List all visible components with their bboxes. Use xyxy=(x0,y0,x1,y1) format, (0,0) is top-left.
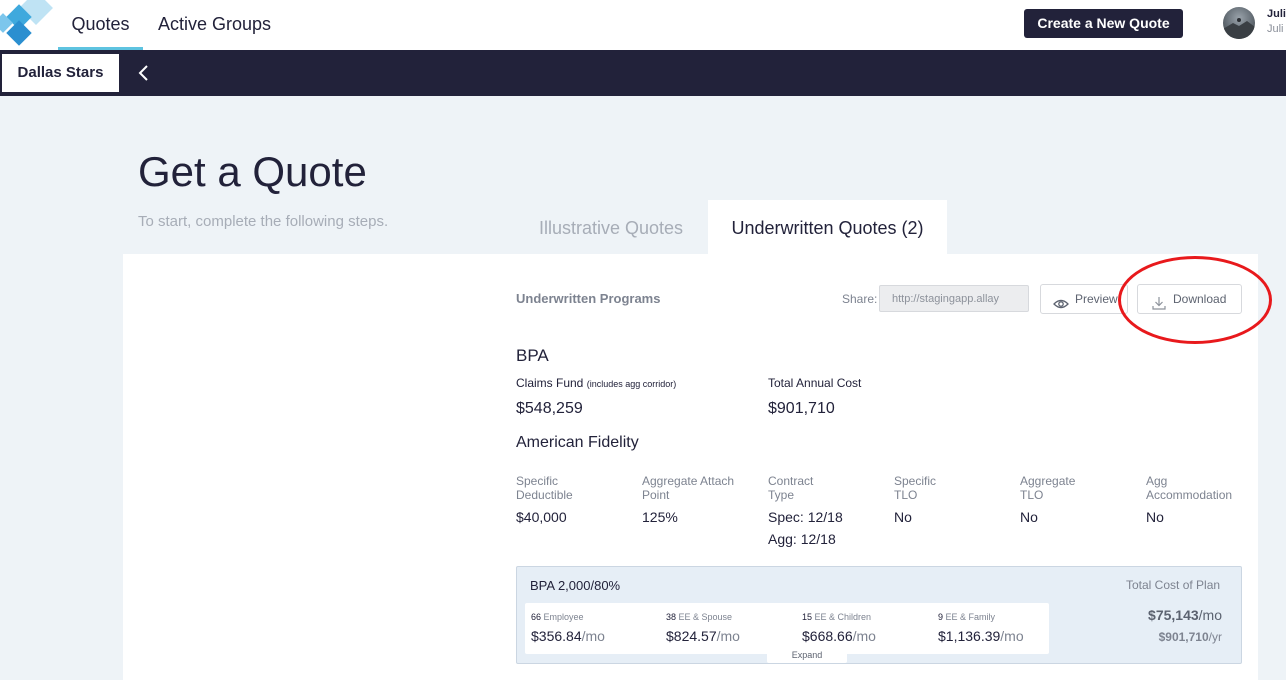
tier-label: Employee xyxy=(543,612,584,622)
program-name: BPA xyxy=(516,346,549,365)
plan-total-label: Total Cost of Plan xyxy=(1126,578,1221,592)
plan-yearly-value: $901,710 xyxy=(1158,630,1209,644)
tier-price-ee-spouse: $824.57/mo xyxy=(666,628,740,644)
group-name-tab[interactable]: Dallas Stars xyxy=(2,54,119,92)
annual-cost-value: $901,710 xyxy=(768,400,835,417)
plan-yearly-unit: /yr xyxy=(1208,630,1222,644)
tier-price-value: $356.84 xyxy=(531,628,582,644)
annual-cost-label: Total Annual Cost xyxy=(768,376,862,390)
detail-label-agg-accommodation: Agg Accommodation xyxy=(1146,474,1233,502)
section-label: Underwritten Programs xyxy=(516,291,661,306)
tier-count-ee-spouse: 38 EE & Spouse xyxy=(666,612,732,622)
plan-monthly-value: $75,143 xyxy=(1148,607,1199,623)
provider-name: American Fidelity xyxy=(516,434,639,451)
detail-label-aggregate-attach: Aggregate Attach Point xyxy=(642,474,735,502)
preview-button[interactable]: Preview xyxy=(1040,284,1128,314)
detail-label-specific-deductible: Specific Deductible xyxy=(516,474,573,502)
tier-price-unit: /mo xyxy=(852,628,876,644)
tier-price-ee-children: $668.66/mo xyxy=(802,628,876,644)
nav-tab-quotes[interactable]: Quotes xyxy=(58,0,143,50)
detail-value-aggregate-attach: 125% xyxy=(642,509,678,525)
tier-price-unit: /mo xyxy=(1000,628,1024,644)
tier-label: EE & Children xyxy=(814,612,872,622)
detail-label-contract-type: Contract Type xyxy=(768,474,814,502)
tier-label: EE & Family xyxy=(945,612,996,622)
preview-label: Preview xyxy=(1075,292,1118,306)
tier-count: 9 xyxy=(938,612,944,622)
detail-value-specific-tlo: No xyxy=(894,509,912,525)
tab-illustrative-quotes[interactable]: Illustrative Quotes xyxy=(518,200,704,254)
share-label: Share: xyxy=(842,292,878,306)
tier-label: EE & Spouse xyxy=(678,612,733,622)
tab-underwritten-quotes[interactable]: Underwritten Quotes (2) xyxy=(708,200,947,254)
chevron-left-icon[interactable] xyxy=(134,62,154,84)
detail-label-specific-tlo: Specific TLO xyxy=(894,474,937,502)
tier-count: 66 xyxy=(531,612,542,622)
tier-price-value: $824.57 xyxy=(666,628,717,644)
user-subtitle: Juli xyxy=(1267,23,1284,35)
user-name[interactable]: Juli xyxy=(1267,8,1286,20)
download-label: Download xyxy=(1173,292,1227,306)
tier-price-unit: /mo xyxy=(716,628,740,644)
create-new-quote-button[interactable]: Create a New Quote xyxy=(1024,9,1183,38)
plan-yearly-total: $901,710/yr xyxy=(1159,630,1222,644)
page-title: Get a Quote xyxy=(138,148,367,195)
tier-count-ee-children: 15 EE & Children xyxy=(802,612,871,622)
detail-value-contract-spec: Spec: 12/18 xyxy=(768,509,843,525)
claims-fund-value: $548,259 xyxy=(516,400,583,417)
claims-fund-note: (includes agg corridor) xyxy=(586,379,677,389)
expand-button[interactable]: Expand xyxy=(767,648,847,663)
share-url-input[interactable] xyxy=(879,285,1029,312)
tier-count-employee: 66 Employee xyxy=(531,612,584,622)
tier-price-unit: /mo xyxy=(581,628,605,644)
nav-tab-active-groups[interactable]: Active Groups xyxy=(158,0,271,50)
detail-value-contract-agg: Agg: 12/18 xyxy=(768,531,836,547)
group-bar: Dallas Stars xyxy=(0,50,1286,96)
page-subtitle: To start, complete the following steps. xyxy=(138,213,389,230)
brand-logo-icon[interactable] xyxy=(0,0,58,50)
detail-value-aggregate-tlo: No xyxy=(1020,509,1038,525)
tier-price-ee-family: $1,136.39/mo xyxy=(938,628,1024,644)
detail-value-specific-deductible: $40,000 xyxy=(516,509,567,525)
user-avatar[interactable] xyxy=(1223,7,1255,39)
claims-fund-label: Claims Fund (includes agg corridor) xyxy=(516,376,676,390)
top-navbar: Quotes Active Groups Create a New Quote … xyxy=(0,0,1286,50)
tier-price-value: $1,136.39 xyxy=(938,628,1001,644)
detail-label-aggregate-tlo: Aggregate TLO xyxy=(1020,474,1076,502)
eye-icon xyxy=(1053,293,1069,309)
download-icon xyxy=(1151,292,1167,310)
tier-count-ee-family: 9 EE & Family xyxy=(938,612,995,622)
detail-value-agg-accommodation: No xyxy=(1146,509,1164,525)
download-button[interactable]: Download xyxy=(1137,284,1242,314)
tier-price-employee: $356.84/mo xyxy=(531,628,605,644)
plan-name: BPA 2,000/80% xyxy=(530,578,621,593)
tier-price-value: $668.66 xyxy=(802,628,853,644)
tier-count: 38 xyxy=(666,612,677,622)
tier-count: 15 xyxy=(802,612,813,622)
claims-fund-title: Claims Fund xyxy=(516,376,584,390)
plan-monthly-total: $75,143/mo xyxy=(1148,607,1222,623)
plan-monthly-unit: /mo xyxy=(1198,607,1222,623)
